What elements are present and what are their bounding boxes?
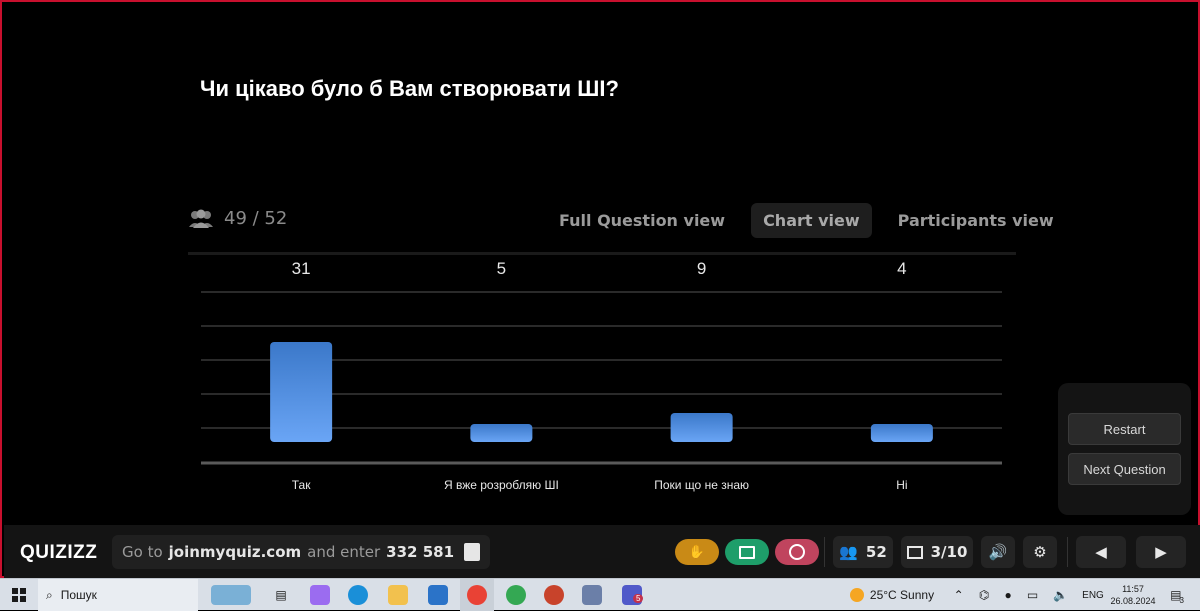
- bar-value-label: 31: [292, 259, 311, 278]
- folder-icon: [388, 585, 408, 605]
- quizizz-logo: QUIZIZZ: [20, 542, 98, 563]
- taskbar-app-notes[interactable]: [578, 579, 606, 611]
- bar-value-label: 5: [497, 259, 506, 278]
- system-tray[interactable]: ⌃ ⌬ ● ▭ 🔈: [946, 579, 1076, 611]
- taskbar-app-chrome-active[interactable]: [460, 579, 494, 611]
- search-icon: ⌕: [46, 587, 53, 602]
- participants-button[interactable]: 👥 52: [833, 536, 893, 568]
- chevron-right-icon: ▶: [1155, 543, 1167, 561]
- windows-icon: [12, 588, 26, 602]
- group-icon: 👥: [839, 543, 858, 561]
- toolbar-divider-2: [1067, 537, 1068, 567]
- bar-0: [270, 342, 333, 442]
- view-tabs: Full Question view Chart view Participan…: [547, 203, 1066, 238]
- slide-counter: 3/10: [930, 543, 968, 561]
- copilot-icon: [310, 585, 330, 605]
- language-indicator[interactable]: ENG: [1078, 579, 1108, 611]
- results-bar-chart: 31 Так 5 Я вже розробляю ШІ 9 Поки що не знаю…: [201, 259, 1002, 492]
- network-icon: ⌬: [978, 588, 990, 602]
- taskbar-search[interactable]: ⌕ Пошук: [38, 579, 198, 611]
- tab-full-question-view[interactable]: Full Question view: [547, 203, 737, 238]
- participants-count: 52: [865, 543, 887, 561]
- task-view-icon: ▤: [275, 588, 287, 602]
- weather-text: 25°C Sunny: [869, 588, 935, 602]
- presenter-control-panel: Restart Next Question: [1058, 383, 1191, 515]
- gear-icon: ⚙: [1033, 543, 1047, 561]
- clock-time: 11:57: [1122, 584, 1144, 594]
- taskbar-app-copilot[interactable]: [306, 579, 334, 611]
- chevron-up-icon: ⌃: [953, 588, 964, 602]
- toolbar-divider: [824, 537, 825, 567]
- screen-icon: [739, 545, 755, 559]
- weather-widget[interactable]: 25°C Sunny: [842, 579, 942, 611]
- bar-2: [670, 412, 733, 442]
- taskbar-app-chrome[interactable]: [502, 579, 530, 611]
- restart-button[interactable]: Restart: [1068, 413, 1181, 445]
- participants-icon: [189, 209, 213, 228]
- taskbar-app-explorer[interactable]: [384, 579, 412, 611]
- question-title: Чи цікаво було б Вам створювати ШІ?: [200, 76, 619, 101]
- bar-3: [870, 424, 933, 442]
- notification-count: 3: [1179, 595, 1184, 605]
- notes-icon: [582, 585, 602, 605]
- chrome-icon-2: [506, 585, 526, 605]
- mic-icon: ●: [1004, 588, 1012, 602]
- category-label: Я вже розробляю ШІ: [444, 478, 559, 492]
- raise-hand-button[interactable]: ✋: [675, 539, 719, 565]
- volume-tray-icon: 🔈: [1053, 588, 1069, 602]
- sun-icon: [849, 588, 864, 602]
- copy-icon[interactable]: [464, 543, 481, 561]
- powerpoint-icon: [544, 585, 564, 605]
- response-count: 49 / 52: [188, 208, 287, 229]
- clock[interactable]: 11:57 26.08.2024: [1108, 579, 1158, 611]
- wheel-button[interactable]: [775, 539, 819, 565]
- chevron-left-icon: ◀: [1095, 543, 1107, 561]
- bottom-toolbar: QUIZIZZ Go to joinmyquiz.com and enter 3…: [4, 525, 1200, 578]
- widget-icon: [211, 585, 251, 605]
- edge-icon: [348, 585, 368, 605]
- slides-button[interactable]: 3/10: [901, 536, 973, 568]
- tab-chart-view[interactable]: Chart view: [751, 203, 872, 238]
- settings-button[interactable]: ⚙: [1023, 536, 1057, 568]
- mail-icon: [428, 585, 448, 605]
- taskbar-app-teams[interactable]: 5: [618, 579, 646, 611]
- speaker-icon: 🔊: [988, 543, 1008, 561]
- presentation-window: Чи цікаво було б Вам створювати ШІ? 49 /…: [0, 0, 1200, 578]
- windows-taskbar: ⌕ Пошук ▤ 5 25°C Sunny ⌃ ⌬ ● ▭ 🔈 ENG 11:…: [0, 578, 1200, 611]
- bar-value-label: 4: [897, 259, 906, 278]
- response-count-text: 49 / 52: [224, 208, 288, 229]
- category-label: Ні: [896, 478, 907, 492]
- hand-icon: ✋: [688, 544, 706, 560]
- taskbar-app-mail[interactable]: [424, 579, 452, 611]
- taskbar-widget[interactable]: [200, 579, 262, 611]
- screen-button[interactable]: [725, 539, 769, 565]
- task-view-button[interactable]: ▤: [268, 579, 294, 611]
- join-site: joinmyquiz.com: [168, 543, 302, 561]
- category-label: Поки що не знаю: [654, 478, 749, 492]
- wheel-icon: [789, 544, 805, 560]
- bar-1: [470, 424, 533, 442]
- next-button[interactable]: ▶: [1136, 536, 1186, 568]
- bar-value-label: 9: [697, 259, 706, 278]
- notification-button[interactable]: ▤ 3: [1164, 579, 1190, 611]
- start-button[interactable]: [8, 579, 30, 611]
- presentation-icon: [906, 545, 923, 559]
- tab-participants-view[interactable]: Participants view: [886, 203, 1066, 238]
- volume-button[interactable]: 🔊: [981, 536, 1015, 568]
- next-question-button[interactable]: Next Question: [1068, 453, 1181, 485]
- clock-date: 26.08.2024: [1110, 596, 1156, 606]
- join-info: Go to joinmyquiz.com and enter 332 581: [112, 535, 491, 569]
- taskbar-app-edge[interactable]: [344, 579, 372, 611]
- join-prefix: Go to: [122, 543, 163, 561]
- search-placeholder: Пошук: [60, 588, 97, 602]
- taskbar-app-powerpoint[interactable]: [540, 579, 568, 611]
- join-code: 332 581: [386, 543, 455, 561]
- category-label: Так: [292, 478, 311, 492]
- battery-icon: ▭: [1026, 588, 1039, 602]
- join-middle: and enter: [307, 543, 381, 561]
- chrome-icon: [467, 585, 487, 605]
- previous-button[interactable]: ◀: [1076, 536, 1126, 568]
